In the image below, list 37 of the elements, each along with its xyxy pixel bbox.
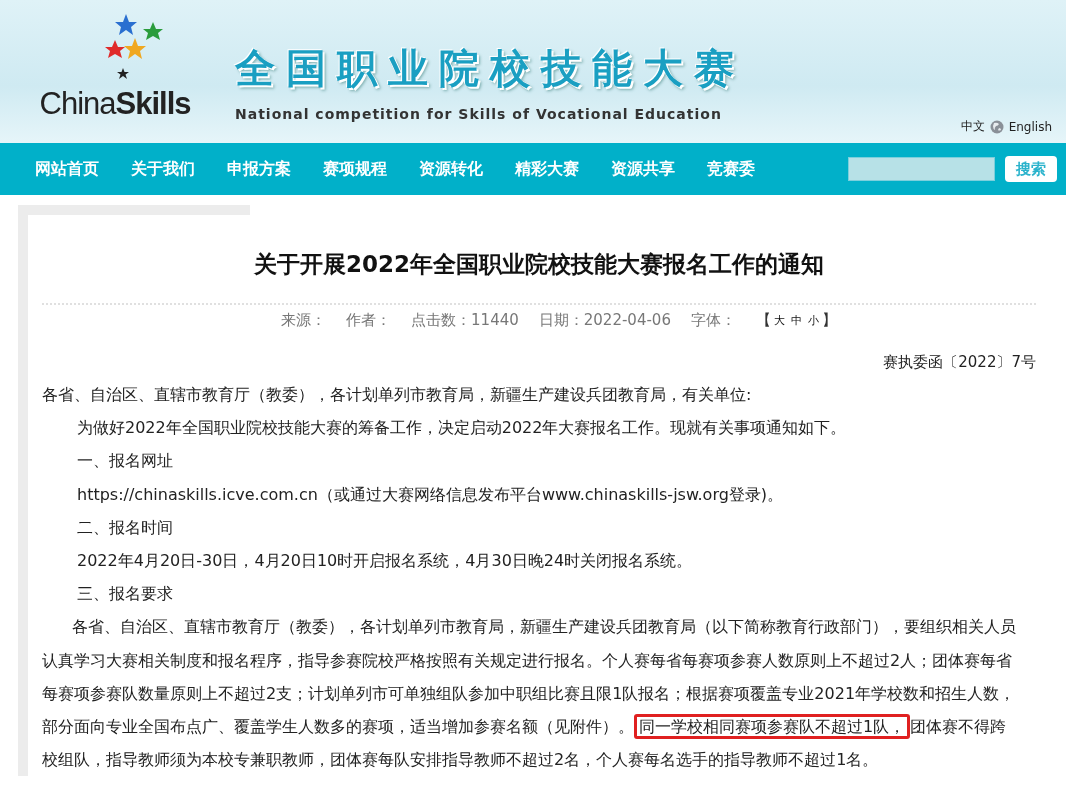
search-field[interactable]	[848, 157, 995, 181]
meta-text: 点击数：11440	[411, 311, 519, 330]
bracket-text: 【	[755, 311, 771, 330]
logo-text: ChinaSkills	[39, 86, 191, 122]
nav-link[interactable]: 申报方案	[227, 158, 291, 180]
paragraph: 各省、自治区、直辖市教育厅（教委），各计划单列市教育局，新疆生产建设兵团教育局，有关单位:	[42, 384, 753, 406]
font-size-link[interactable]: 大	[773, 313, 785, 328]
nav-link[interactable]: 网站首页	[35, 158, 99, 180]
bracket-text: 】	[821, 311, 837, 330]
nav-link[interactable]: 关于我们	[131, 158, 195, 180]
paragraph: https://chinaskills.icve.com.cn（或通过大赛网络信息发布平台www.chinaskills-jsw.org登录)。	[76, 483, 785, 506]
meta-text: 来源：	[281, 311, 327, 330]
search-button[interactable]: 搜索	[1005, 156, 1057, 182]
meta-text: 作者：	[346, 311, 392, 330]
paragraph: 二、报名时间	[76, 516, 174, 539]
font-size-link[interactable]: 中	[790, 313, 802, 328]
paragraph: 2022年4月20日-30日，4月20日10时开启报名系统，4月30日晚24时关闭报名系统。	[76, 550, 694, 572]
paragraph: 各省、自治区、直辖市教育厅（教委），各计划单列市教育局，新疆生产建设兵团教育局（以下简称教育行政部门），要组织相关人员认真学习大赛相关制度和报名程序，指导参赛院校严格按照有关规定进行报名。个人赛每省每赛项参赛人数原则上不超过2人；团体赛每省每赛项参赛队数量原则上不超过2支；计划单列市可单独组队参加中职组比赛且限1队报名；根据赛项覆盖专业2021年学校数和招生人数，部分面向专业全国布点广、覆盖学生人数多的赛项，适当增加参赛名额（见附件）。 同一学校相同赛项参赛队不超过1队， 团体赛不得跨校组队，指导教师须为本校专兼职教师，团体赛每队安排指导教师不超过2名，个人赛每名选手的指导教师不超过1名。	[42, 616, 1017, 772]
globe-icon	[989, 119, 1004, 134]
meta-text: 字体：	[690, 311, 736, 330]
site-title: 全国职业院校技能大赛	[235, 44, 745, 93]
nav-link[interactable]: 资源转化	[419, 158, 483, 180]
nav-link[interactable]: 精彩大赛	[515, 158, 579, 180]
highlight-box: 同一学校相同赛项参赛队不超过1队，	[634, 714, 911, 740]
paragraph: 三、报名要求	[76, 583, 174, 606]
nav-link[interactable]: 资源共享	[611, 158, 675, 180]
language-link[interactable]: 中文	[960, 118, 985, 135]
meta-text: 日期：2022-04-06	[538, 311, 671, 330]
paragraph: 为做好2022年全国职业院校技能大赛的筹备工作，决定启动2022年大赛报名工作。现就有关事项通知如下。	[76, 417, 848, 440]
paragraph: 一、报名网址	[76, 450, 174, 473]
document-number: 赛执委函〔2022〕7号	[882, 352, 1036, 373]
article-title: 关于开展2022年全国职业院校技能大赛报名工作的通知	[253, 250, 825, 279]
language-link[interactable]: English	[1008, 119, 1052, 134]
font-size-link[interactable]: 小	[807, 313, 819, 328]
nav-link[interactable]: 竞赛委	[707, 158, 755, 180]
site-subtitle: National competition for Skills of Vocational Education	[235, 106, 723, 122]
nav-link[interactable]: 赛项规程	[323, 158, 387, 180]
